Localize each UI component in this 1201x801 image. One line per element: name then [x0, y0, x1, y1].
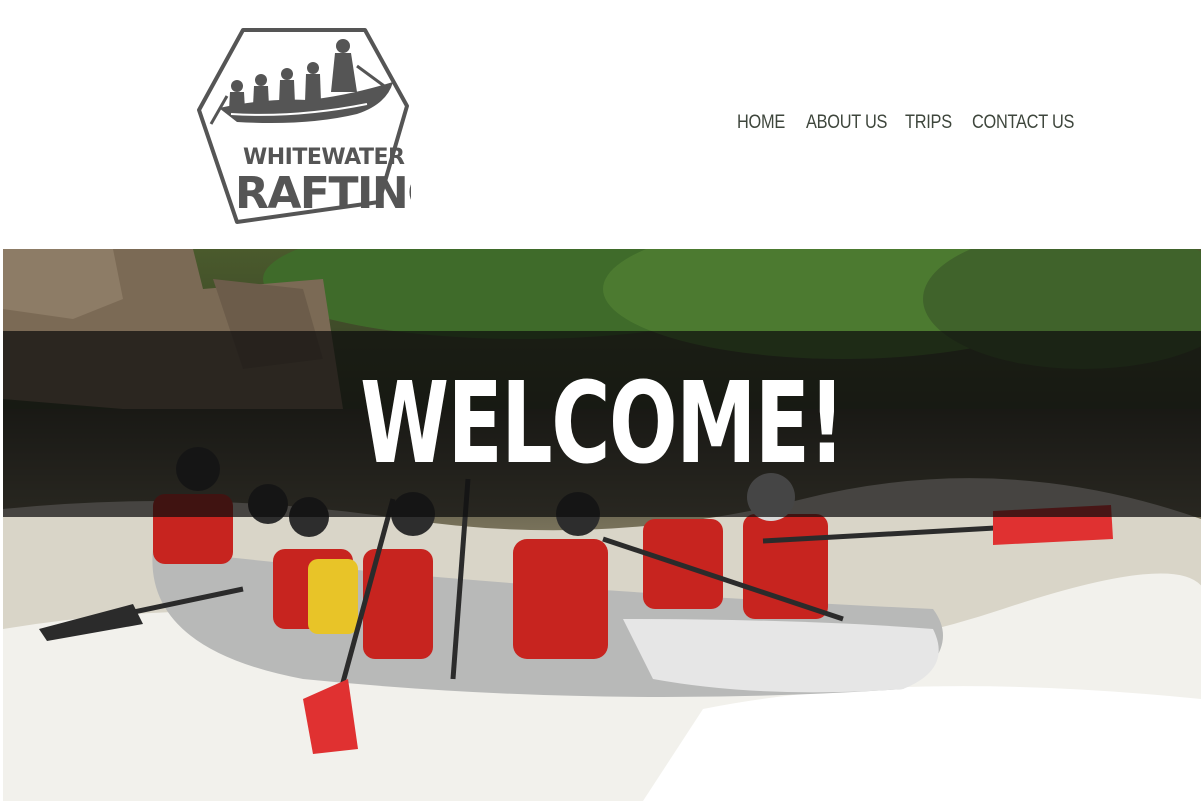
nav-trips[interactable]: TRIPS — [905, 108, 963, 138]
raft-icon: WHITEWATER RAFTING — [197, 28, 411, 224]
nav-about-us[interactable]: ABOUT US — [806, 108, 891, 138]
welcome-banner: WELCOME! — [3, 331, 1201, 517]
main-nav: HOME ABOUT US TRIPS CONTACT US — [737, 108, 1082, 138]
nav-home[interactable]: HOME — [737, 108, 796, 138]
page: WHITEWATER RAFTING HOME ABOUT US TRIPS C… — [0, 0, 1201, 801]
site-logo[interactable]: WHITEWATER RAFTING — [197, 26, 411, 226]
logo-line1: WHITEWATER — [243, 145, 405, 170]
hero-heading: WELCOME! — [360, 359, 845, 489]
hero-section: WELCOME! — [3, 249, 1201, 801]
nav-contact-us[interactable]: CONTACT US — [972, 108, 1074, 138]
site-header: WHITEWATER RAFTING HOME ABOUT US TRIPS C… — [0, 0, 1201, 249]
logo-line2: RAFTING — [235, 168, 411, 219]
